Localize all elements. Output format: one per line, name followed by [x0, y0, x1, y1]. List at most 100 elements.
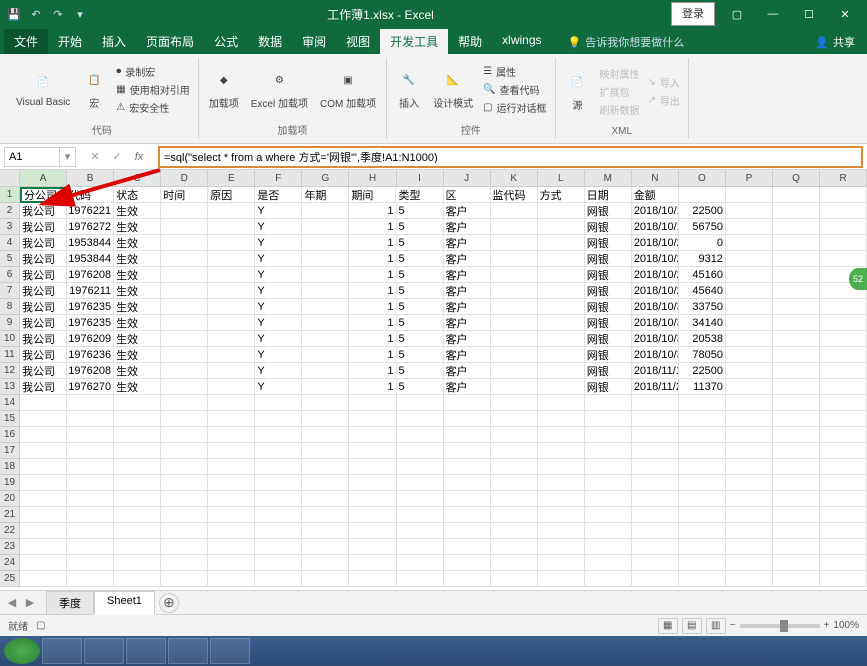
relative-ref-button[interactable]: ▦使用相对引用 [114, 81, 191, 98]
cell[interactable]: 2018/10/31 [632, 347, 679, 363]
cell[interactable]: 时间 [161, 187, 208, 203]
cell[interactable] [632, 427, 679, 443]
cell[interactable] [67, 459, 114, 475]
cell[interactable]: 1953844 [67, 251, 114, 267]
col-header[interactable]: B [67, 170, 114, 187]
cell[interactable] [255, 539, 302, 555]
cell[interactable] [773, 347, 820, 363]
cell[interactable] [491, 219, 538, 235]
cell[interactable] [538, 507, 585, 523]
cell[interactable] [773, 523, 820, 539]
cell[interactable]: 生效 [114, 283, 161, 299]
cell[interactable]: Y [255, 315, 302, 331]
cell[interactable] [397, 555, 444, 571]
cell[interactable]: 1976221 [67, 203, 114, 219]
cell[interactable] [585, 555, 632, 571]
properties-button[interactable]: ☰属性 [481, 63, 548, 80]
cell[interactable] [820, 315, 867, 331]
cell[interactable] [538, 203, 585, 219]
cell[interactable] [585, 411, 632, 427]
cell[interactable] [726, 459, 773, 475]
cell[interactable] [349, 539, 396, 555]
cell[interactable]: 客户 [444, 251, 491, 267]
cell[interactable] [208, 443, 255, 459]
cell[interactable]: 网银 [585, 235, 632, 251]
cell[interactable] [161, 315, 208, 331]
cell[interactable] [444, 475, 491, 491]
cell[interactable] [491, 443, 538, 459]
cell[interactable] [67, 523, 114, 539]
taskbar-item[interactable] [84, 638, 124, 664]
cell[interactable] [491, 395, 538, 411]
row-header[interactable]: 21 [0, 507, 20, 523]
cell[interactable]: Y [255, 251, 302, 267]
cell[interactable] [20, 539, 67, 555]
cell[interactable] [302, 443, 349, 459]
cell[interactable] [679, 443, 726, 459]
cell[interactable] [538, 235, 585, 251]
cell[interactable] [538, 219, 585, 235]
cell[interactable] [726, 299, 773, 315]
normal-view-button[interactable]: ▦ [658, 618, 678, 634]
cell[interactable] [161, 379, 208, 395]
row-header[interactable]: 13 [0, 379, 20, 395]
taskbar-item[interactable] [168, 638, 208, 664]
save-icon[interactable]: 💾 [4, 4, 24, 24]
cell[interactable]: 网银 [585, 331, 632, 347]
cell[interactable]: 客户 [444, 299, 491, 315]
cell[interactable] [444, 411, 491, 427]
cell[interactable] [161, 507, 208, 523]
formula-input[interactable] [164, 151, 857, 163]
cell[interactable] [679, 459, 726, 475]
cell[interactable] [726, 555, 773, 571]
cell[interactable] [585, 443, 632, 459]
cell[interactable]: 1 [349, 315, 396, 331]
cell[interactable] [114, 491, 161, 507]
cell[interactable]: 监代码 [491, 187, 538, 203]
cell[interactable] [491, 571, 538, 587]
cell[interactable] [397, 395, 444, 411]
cell[interactable] [349, 395, 396, 411]
cell[interactable] [114, 443, 161, 459]
cell[interactable] [679, 507, 726, 523]
cell[interactable]: 日期 [585, 187, 632, 203]
cell[interactable]: Y [255, 379, 302, 395]
cell[interactable]: 1 [349, 251, 396, 267]
cell[interactable] [491, 555, 538, 571]
cell[interactable] [161, 267, 208, 283]
cell[interactable]: 5 [397, 347, 444, 363]
cell[interactable] [632, 475, 679, 491]
cell[interactable] [632, 443, 679, 459]
cell[interactable] [491, 235, 538, 251]
cell[interactable] [20, 507, 67, 523]
cell[interactable] [538, 331, 585, 347]
cell[interactable]: 代码 [67, 187, 114, 203]
cell[interactable] [20, 459, 67, 475]
cell[interactable]: 期间 [349, 187, 396, 203]
cell[interactable] [773, 235, 820, 251]
cell[interactable] [208, 347, 255, 363]
cell[interactable] [255, 443, 302, 459]
cell[interactable]: 生效 [114, 251, 161, 267]
cell[interactable] [820, 299, 867, 315]
cell[interactable] [726, 571, 773, 587]
cell[interactable] [20, 475, 67, 491]
cell[interactable] [538, 299, 585, 315]
cell[interactable] [585, 395, 632, 411]
cell[interactable] [161, 523, 208, 539]
cell[interactable] [632, 459, 679, 475]
cell[interactable] [161, 427, 208, 443]
cell[interactable]: 我公司 [20, 235, 67, 251]
cell[interactable] [20, 411, 67, 427]
row-header[interactable]: 18 [0, 459, 20, 475]
cell[interactable] [397, 411, 444, 427]
select-all-corner[interactable] [0, 170, 20, 187]
cell[interactable] [208, 539, 255, 555]
cell[interactable] [444, 443, 491, 459]
cell[interactable]: 网银 [585, 251, 632, 267]
login-button[interactable]: 登录 [671, 2, 715, 26]
cell[interactable] [114, 539, 161, 555]
cell[interactable] [349, 427, 396, 443]
cell[interactable] [208, 331, 255, 347]
cell[interactable] [67, 507, 114, 523]
